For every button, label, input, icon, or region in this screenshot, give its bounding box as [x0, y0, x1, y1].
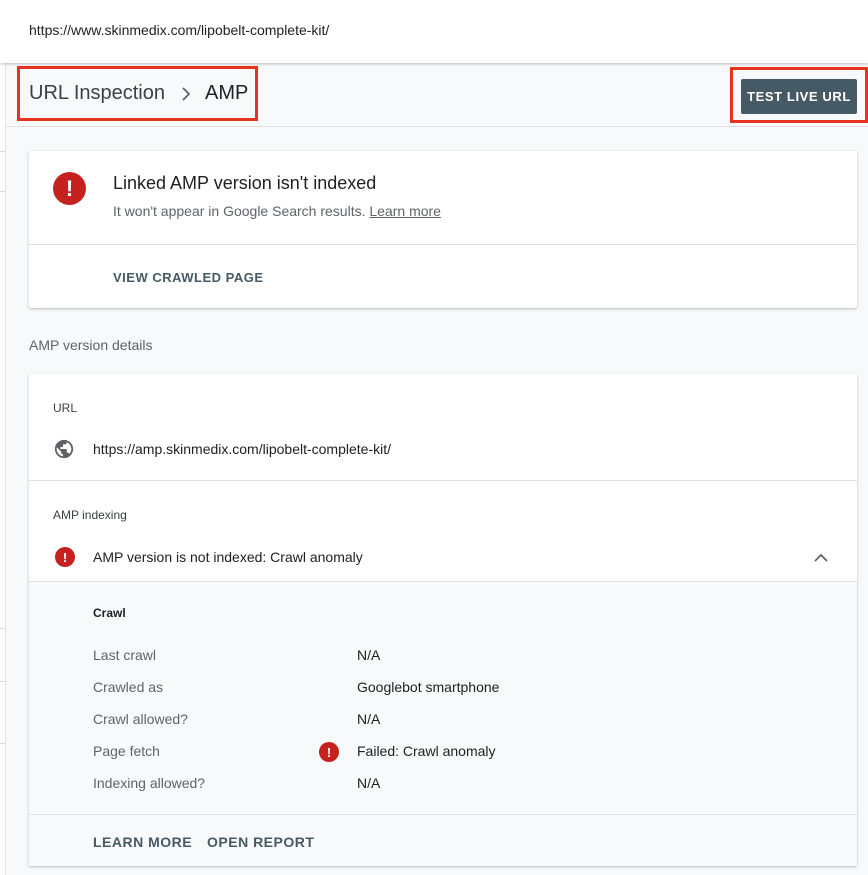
globe-icon: [54, 439, 74, 459]
crawl-details-panel: Crawl Last crawl N/A Crawled as Googlebo…: [29, 581, 857, 866]
index-status-card: ! Linked AMP version isn't indexed It wo…: [29, 151, 857, 308]
section-label: AMP version details: [29, 337, 153, 353]
detail-value: N/A: [357, 711, 381, 727]
learn-more-button[interactable]: LEARN MORE: [93, 834, 192, 850]
open-report-button[interactable]: OPEN REPORT: [207, 834, 314, 850]
breadcrumb: URL Inspection AMP: [17, 66, 258, 121]
amp-details-card: URL https://amp.skinmedix.com/lipobelt-c…: [29, 374, 857, 866]
detail-label: Last crawl: [93, 647, 157, 663]
top-url-bar: https://www.skinmedix.com/lipobelt-compl…: [0, 0, 868, 63]
left-panel-edge: [0, 63, 6, 875]
detail-value: Googlebot smartphone: [357, 679, 500, 695]
test-live-url-button[interactable]: TEST LIVE URL: [741, 79, 857, 114]
breadcrumb-amp: AMP: [205, 82, 249, 104]
error-icon: !: [319, 742, 339, 762]
crawl-heading: Crawl: [93, 606, 126, 620]
chevron-up-icon[interactable]: [811, 547, 831, 567]
learn-more-link[interactable]: Learn more: [369, 203, 441, 219]
inspected-url[interactable]: https://www.skinmedix.com/lipobelt-compl…: [29, 22, 329, 38]
detail-row-crawled-as: Crawled as Googlebot smartphone: [29, 679, 857, 699]
error-icon: !: [55, 547, 75, 567]
divider: [29, 480, 857, 481]
detail-row-indexing-allowed: Indexing allowed? N/A: [29, 775, 857, 795]
detail-row-page-fetch: Page fetch ! Failed: Crawl anomaly: [29, 742, 857, 763]
detail-row-last-crawl: Last crawl N/A: [29, 647, 857, 667]
breadcrumb-url-inspection[interactable]: URL Inspection: [29, 82, 165, 105]
detail-label: Crawl allowed?: [93, 711, 188, 727]
detail-label: Crawled as: [93, 679, 164, 695]
page-header: URL Inspection AMP TEST LIVE URL: [6, 63, 868, 127]
detail-value: N/A: [357, 647, 381, 663]
detail-row-crawl-allowed: Crawl allowed? N/A: [29, 711, 857, 731]
detail-value: Failed: Crawl anomaly: [357, 743, 496, 759]
amp-indexing-label: AMP indexing: [53, 508, 127, 522]
detail-label: Page fetch: [93, 743, 160, 759]
url-label: URL: [53, 401, 78, 415]
divider: [29, 244, 857, 245]
status-subtitle-text: It won't appear in Google Search results…: [113, 203, 366, 219]
status-subtitle: It won't appear in Google Search results…: [113, 203, 441, 219]
amp-url[interactable]: https://amp.skinmedix.com/lipobelt-compl…: [93, 441, 391, 457]
view-crawled-page-button[interactable]: VIEW CRAWLED PAGE: [113, 270, 264, 285]
status-title: Linked AMP version isn't indexed: [113, 173, 377, 193]
chevron-right-icon: [181, 86, 191, 101]
detail-value: N/A: [357, 775, 381, 791]
divider: [29, 814, 857, 815]
error-icon: !: [53, 172, 86, 205]
amp-indexing-status: AMP version is not indexed: Crawl anomal…: [93, 549, 363, 565]
detail-label: Indexing allowed?: [93, 775, 206, 791]
test-live-url-highlight: TEST LIVE URL: [730, 67, 868, 123]
